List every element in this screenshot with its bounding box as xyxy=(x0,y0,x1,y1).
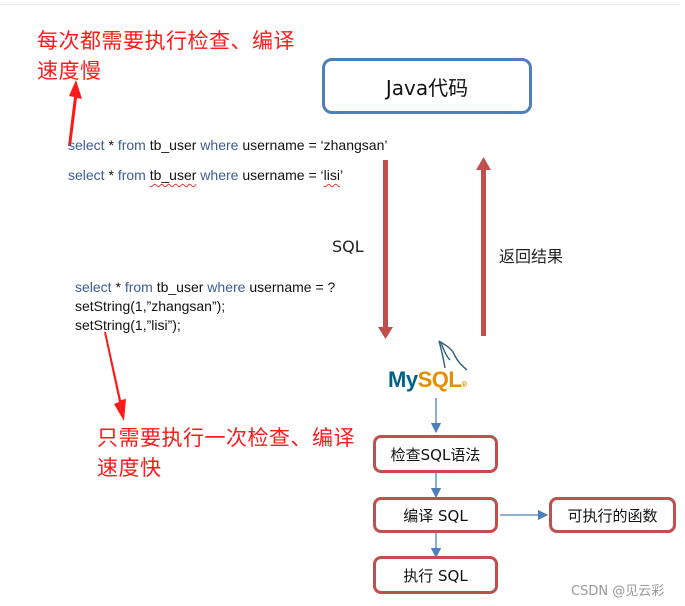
sql-statement-zhangsan: select * from tb_user where username = ‘… xyxy=(68,137,387,153)
code-text: tb_user xyxy=(152,279,208,295)
mysql-logo: MySQL® xyxy=(388,337,478,397)
code-text: tb_user xyxy=(145,137,201,153)
keyword: where xyxy=(207,279,246,295)
check-sql-syntax-box: 检查SQL语法 xyxy=(373,435,498,473)
sql-down-arrow xyxy=(378,160,393,339)
code-text: ’ xyxy=(340,167,344,183)
return-result-label: 返回结果 xyxy=(499,247,564,266)
keyword: select xyxy=(68,167,105,183)
return-up-arrow xyxy=(476,157,491,336)
keyword: from xyxy=(117,137,146,153)
keyword: from xyxy=(124,279,153,295)
fast-note: 只需要执行一次检查、编译 速度快 xyxy=(97,423,355,483)
keyword: where xyxy=(200,167,239,183)
set-string-zhangsan: setString(1,”zhangsan”); xyxy=(75,298,226,314)
mysql-logo-reg: ® xyxy=(461,380,467,389)
code-text: * xyxy=(111,279,125,295)
mysql-logo-sql: SQL xyxy=(417,367,462,392)
prepared-statement-block: select * from tb_user where username = ?… xyxy=(75,278,335,335)
keyword: select xyxy=(75,279,112,295)
mysql-logo-my: My xyxy=(388,367,418,392)
keyword: select xyxy=(68,137,105,153)
code-text: username = ? xyxy=(245,279,336,295)
mysql-logo-text: MySQL® xyxy=(388,367,467,393)
code-text: username = ‘ xyxy=(238,167,324,183)
fast-note-line2: 速度快 xyxy=(97,456,162,480)
slow-note: 每次都需要执行检查、编译 速度慢 xyxy=(37,26,295,86)
compile-sql-box: 编译 SQL xyxy=(373,497,498,533)
code-text: tb_user xyxy=(149,167,197,183)
code-text: * xyxy=(104,137,118,153)
fast-note-line1: 只需要执行一次检查、编译 xyxy=(97,426,355,450)
keyword: where xyxy=(200,137,239,153)
code-text: lisi xyxy=(323,167,340,183)
set-string-lisi: setString(1,”lisi”); xyxy=(75,317,181,333)
code-text: * xyxy=(104,167,118,183)
slow-note-line2: 速度慢 xyxy=(37,59,102,83)
sql-statement-lisi: select * from tb_user where username = ‘… xyxy=(68,167,343,183)
keyword: from xyxy=(117,167,146,183)
sql-label: SQL xyxy=(332,237,364,256)
annotation-arrow-down xyxy=(104,332,126,421)
execute-sql-box: 执行 SQL xyxy=(373,556,498,594)
watermark: CSDN @见云彩 xyxy=(571,584,665,599)
slow-note-line1: 每次都需要执行检查、编译 xyxy=(37,29,295,53)
java-code-box: Java代码 xyxy=(322,58,532,114)
code-text: username = ‘zhangsan’ xyxy=(238,137,388,153)
prepared-sql: select * from tb_user where username = ? xyxy=(75,278,335,297)
executable-function-box: 可执行的函数 xyxy=(549,497,676,533)
